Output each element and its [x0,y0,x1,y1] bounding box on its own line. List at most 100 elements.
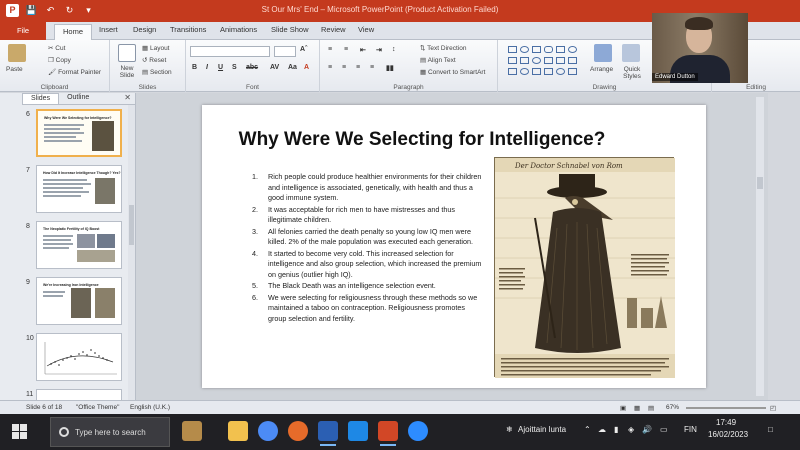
tab-insert[interactable]: Insert [99,25,118,34]
slide-thumbnail[interactable]: Why Were We Selecting for Intelligence? [36,109,122,157]
battery-icon[interactable]: ▮ [614,425,618,434]
format-painter-button[interactable]: 🖌 Format Painter [48,68,101,76]
cut-button[interactable]: ✂ Cut [48,44,65,52]
thumbnail-app-icon[interactable] [182,421,202,441]
network-icon[interactable]: ◈ [628,425,634,434]
decrease-indent-button[interactable]: ⇤ [360,46,366,54]
copy-button[interactable]: ❐ Copy [48,56,71,64]
char-spacing-button[interactable]: AV [270,64,279,71]
thumbnail-row[interactable]: 7 How Did It Increase Intelligence Thoug… [22,165,136,217]
convert-smartart-button[interactable]: ▦ Convert to SmartArt [420,68,485,76]
zoom-icon[interactable] [408,421,428,441]
thumbnail-row[interactable]: 8 The Neoplatic Fertility of IQ Boost [22,221,136,273]
align-right-button[interactable]: ≡ [356,64,360,71]
notifications-icon[interactable]: □ [768,425,773,434]
tab-outline[interactable]: Outline [59,93,97,104]
cloud-icon[interactable]: ☁ [598,425,606,434]
font-color-button[interactable]: A [304,64,309,71]
bullet-list[interactable]: 1. Rich people could produce healthier en… [252,172,482,325]
firefox-icon[interactable] [288,421,308,441]
undo-icon[interactable]: ↶ [44,4,57,17]
powerpoint-app-icon[interactable]: P [6,4,19,17]
underline-button[interactable]: U [218,64,223,71]
tab-slides[interactable]: Slides [22,93,60,104]
columns-button[interactable]: ▮▮ [386,64,394,72]
section-button[interactable]: ▤ Section [142,68,172,76]
weather-text[interactable]: Ajoittain lunta [518,425,566,434]
powerpoint-taskbar-icon[interactable] [378,421,398,446]
slide-thumbnail[interactable]: How Did It Increase Intelligence Though?… [36,165,122,213]
reading-view-icon[interactable]: ▤ [648,404,654,412]
new-slide-button[interactable]: New Slide [114,65,140,79]
italic-button[interactable]: I [206,64,208,71]
word-icon[interactable] [318,421,338,446]
language-indicator[interactable]: English (U.K.) [130,404,170,411]
slide-thumbnail[interactable]: The Neoplatic Fertility of IQ Boost [36,221,122,269]
windows-start-icon[interactable] [12,424,28,440]
zoom-level[interactable]: 67% [666,404,679,411]
battery-status-icon[interactable]: ▭ [660,425,668,434]
increase-indent-button[interactable]: ⇥ [376,46,382,54]
tab-file[interactable]: File [0,22,46,40]
font-size-select[interactable] [274,46,296,57]
quick-styles-button[interactable]: Quick Styles [618,66,646,80]
zoom-slider[interactable] [686,407,766,409]
paste-button[interactable]: Paste [6,66,23,73]
plague-doctor-image[interactable]: Der Doctor Schnabel von Rom [494,157,675,378]
taskbar-search[interactable]: Type here to search [50,417,170,447]
fit-slide-icon[interactable]: ◰ [770,404,776,412]
bullets-button[interactable]: ≡ [328,46,332,53]
align-left-button[interactable]: ≡ [328,64,332,71]
redo-icon[interactable]: ↻ [63,4,76,17]
align-center-button[interactable]: ≡ [342,64,346,71]
layout-button[interactable]: ▦ Layout [142,44,170,52]
slide-thumbnail[interactable]: We're Increasing Iron Intelligence [36,277,122,325]
text-direction-button[interactable]: ⇅ Text Direction [420,44,467,52]
thumbnail-row[interactable]: 6 Why Were We Selecting for Intelligence… [22,109,136,161]
weather-icon[interactable]: ❄ [506,425,513,434]
thumbnail-row[interactable]: 10 [22,333,136,385]
chevron-up-icon[interactable]: ⌃ [584,425,591,434]
slide-thumbnail[interactable] [36,333,122,381]
scrollbar-thumb[interactable] [129,205,134,245]
slide-thumbnail[interactable] [36,389,122,400]
clock-date[interactable]: 16/02/2023 [708,430,748,439]
tab-animations[interactable]: Animations [220,25,257,34]
scrollbar-thumb[interactable] [757,177,763,189]
align-text-button[interactable]: ▤ Align Text [420,56,456,64]
reset-button[interactable]: ↺ Reset [142,56,166,64]
tab-slide-show[interactable]: Slide Show [271,25,309,34]
grow-font-icon[interactable]: Aˆ [300,46,307,53]
tab-review[interactable]: Review [321,25,346,34]
tab-design[interactable]: Design [133,25,156,34]
close-icon[interactable]: ✕ [124,93,131,102]
chrome-icon[interactable] [258,421,278,441]
line-spacing-button[interactable]: ↕ [392,46,396,53]
skype-icon[interactable] [348,421,368,441]
file-explorer-icon[interactable] [228,421,248,441]
thumbnail-row[interactable]: 9 We're Increasing Iron Intelligence [22,277,136,329]
tab-view[interactable]: View [358,25,374,34]
slide-sorter-icon[interactable]: ▦ [634,404,640,412]
numbering-button[interactable]: ≡ [344,46,348,53]
thumbnail-row[interactable]: 11 [22,389,136,400]
editor-scrollbar[interactable] [756,97,764,396]
arrange-button[interactable]: Arrange [590,66,613,73]
clock-time[interactable]: 17:49 [716,418,736,427]
input-language[interactable]: FIN [684,425,697,434]
justify-button[interactable]: ≡ [370,64,374,71]
slide-title[interactable]: Why Were We Selecting for Intelligence? [202,129,642,151]
normal-view-icon[interactable]: ▣ [620,404,626,412]
font-family-select[interactable] [190,46,270,57]
pane-scrollbar[interactable] [128,105,135,400]
save-icon[interactable]: 💾 [25,4,38,17]
tab-transitions[interactable]: Transitions [170,25,206,34]
shadow-button[interactable]: S [232,64,237,71]
tab-home[interactable]: Home [54,24,93,40]
slide-canvas[interactable]: Why Were We Selecting for Intelligence? … [202,105,706,388]
volume-icon[interactable]: 🔊 [642,425,652,434]
strikethrough-button[interactable]: abc [246,64,258,71]
bold-button[interactable]: B [192,64,197,71]
customize-icon[interactable]: ▾ [82,4,95,17]
change-case-button[interactable]: Aa [288,64,297,71]
